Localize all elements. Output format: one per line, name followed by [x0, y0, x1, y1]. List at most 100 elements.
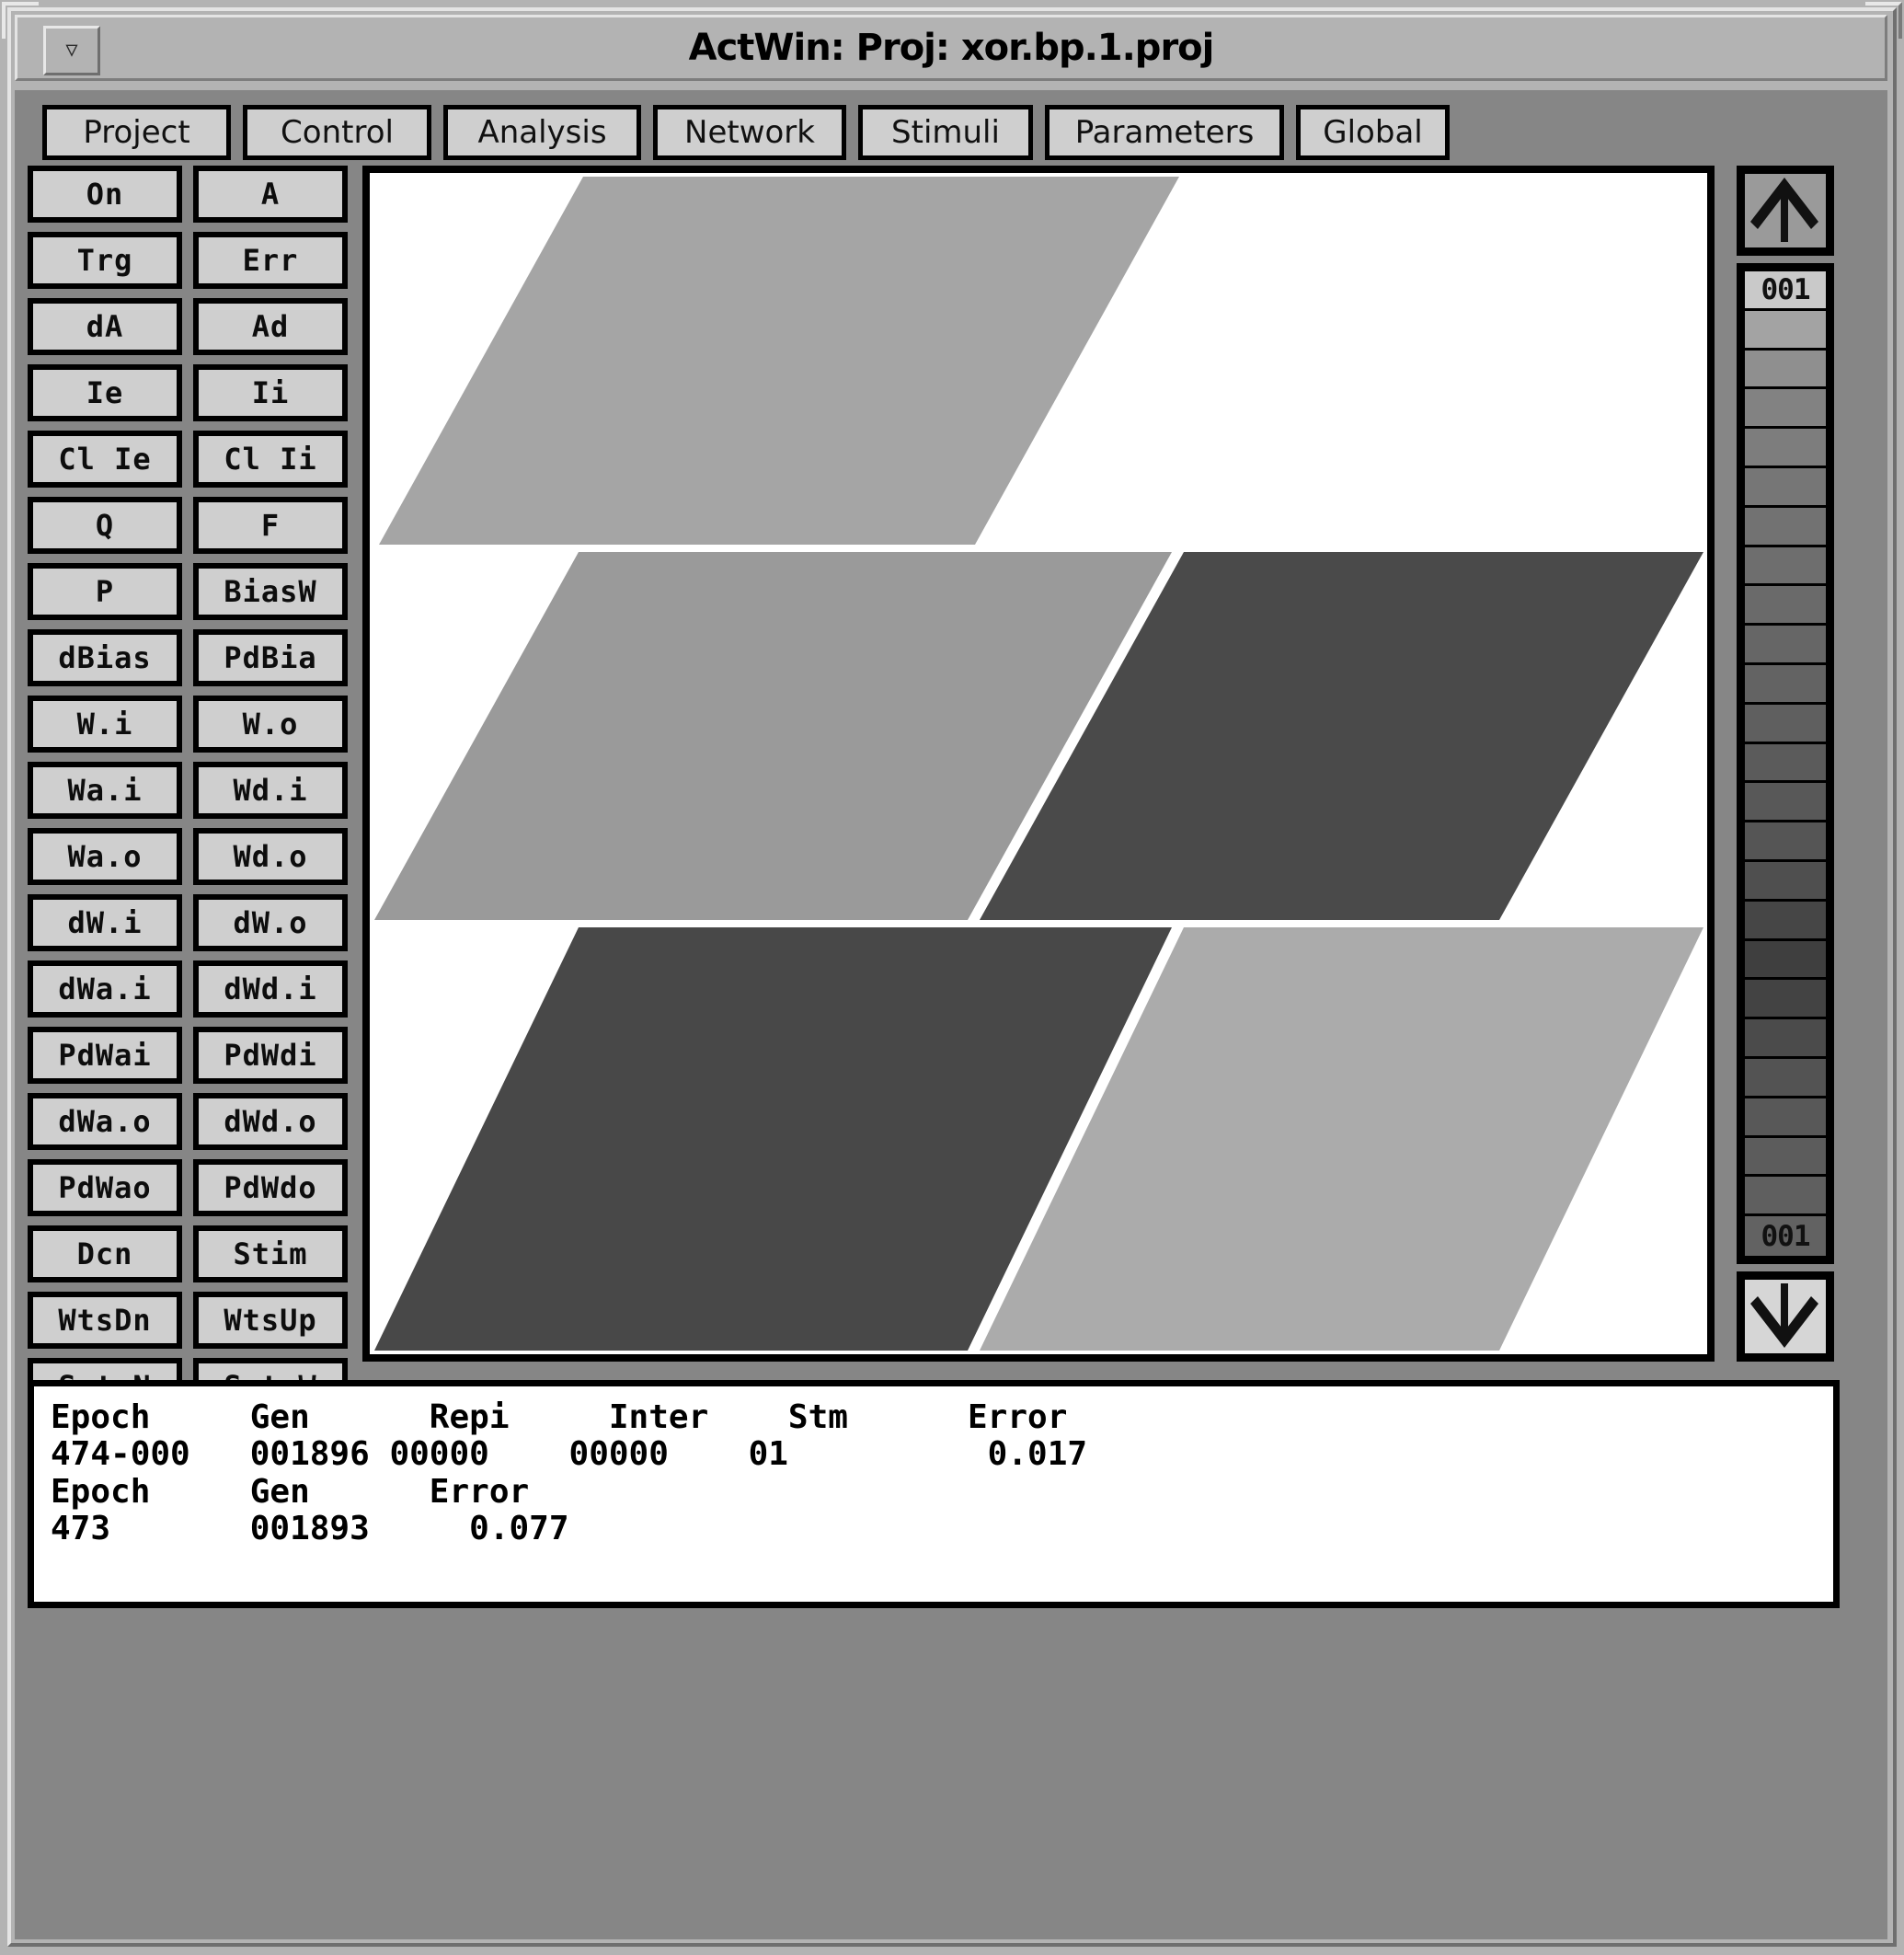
- var-button-label: A: [260, 177, 281, 212]
- color-scale-cell[interactable]: [1745, 783, 1826, 823]
- color-scale-cell[interactable]: [1745, 822, 1826, 862]
- var-button-label: W.i: [76, 707, 133, 742]
- var-button-label: PdWao: [58, 1170, 152, 1205]
- var-button-dw-i[interactable]: dW.i: [28, 894, 182, 951]
- var-button-dbias[interactable]: dBias: [28, 629, 182, 686]
- color-scale-cell[interactable]: [1745, 861, 1826, 902]
- color-scale-cell[interactable]: [1745, 389, 1826, 430]
- var-button-wa-i[interactable]: Wa.i: [28, 762, 182, 819]
- var-button-label: dBias: [58, 640, 152, 675]
- var-button-wa-o[interactable]: Wa.o: [28, 828, 182, 885]
- var-button-label: dA: [86, 309, 124, 344]
- var-button-label: dWa.i: [58, 972, 152, 1006]
- color-scale-cell[interactable]: [1745, 1019, 1826, 1059]
- var-button-a[interactable]: A: [193, 166, 348, 223]
- var-button-label: PdWdi: [224, 1038, 317, 1073]
- menu-button-network[interactable]: Network: [653, 105, 846, 160]
- var-button-da[interactable]: dA: [28, 298, 182, 355]
- var-button-biasw[interactable]: BiasW: [193, 563, 348, 620]
- var-button-cl-ie[interactable]: Cl Ie: [28, 431, 182, 488]
- var-button-err[interactable]: Err: [193, 232, 348, 289]
- status-value-row-1: 474-000 001896 00000 00000 01 0.017: [51, 1435, 1088, 1474]
- var-button-label: WtsDn: [58, 1303, 152, 1338]
- var-button-label: On: [86, 177, 124, 212]
- var-button-trg[interactable]: Trg: [28, 232, 182, 289]
- var-button-label: Ii: [251, 375, 290, 410]
- color-scale-cell[interactable]: [1745, 429, 1826, 468]
- color-scale-cell[interactable]: [1745, 1058, 1826, 1098]
- menu-button-label: Analysis: [477, 114, 607, 151]
- var-button-dwa-i[interactable]: dWa.i: [28, 960, 182, 1018]
- color-scale-cell[interactable]: [1745, 350, 1826, 390]
- color-scale-cell[interactable]: [1745, 507, 1826, 547]
- color-scale-cell[interactable]: [1745, 1137, 1826, 1178]
- var-button-wtsup[interactable]: WtsUp: [193, 1292, 348, 1349]
- color-scale-cell[interactable]: [1745, 1098, 1826, 1138]
- color-scale-cell[interactable]: [1745, 940, 1826, 981]
- menu-bar: Project Control Analysis Network Stimuli Para…: [15, 90, 1887, 162]
- color-scale-cell[interactable]: [1745, 704, 1826, 744]
- color-scale-cell[interactable]: [1745, 980, 1826, 1020]
- title-bar[interactable]: ▽ ActWin: Proj: xor.bp.1.proj: [15, 15, 1887, 81]
- menu-button-label: Parameters: [1074, 114, 1255, 151]
- menu-button-stimuli[interactable]: Stimuli: [858, 105, 1033, 160]
- var-button-ii[interactable]: Ii: [193, 364, 348, 421]
- var-button-p[interactable]: P: [28, 563, 182, 620]
- color-scale-cell[interactable]: [1745, 743, 1826, 784]
- color-scale-cell[interactable]: [1745, 626, 1826, 665]
- var-button-w-o[interactable]: W.o: [193, 696, 348, 753]
- app-window: ▽ ActWin: Proj: xor.bp.1.proj Project Con…: [0, 0, 1904, 1955]
- var-button-f[interactable]: F: [193, 497, 348, 554]
- client-area: Project Control Analysis Network Stimuli Para…: [15, 90, 1887, 1939]
- scale-scroll-up-button[interactable]: [1737, 166, 1834, 256]
- color-scale-panel: 001 001: [1737, 166, 1840, 1362]
- var-button-label: dWa.o: [58, 1104, 152, 1139]
- color-scale-cell[interactable]: [1745, 664, 1826, 705]
- var-button-pdwao[interactable]: PdWao: [28, 1159, 182, 1216]
- var-button-ie[interactable]: Ie: [28, 364, 182, 421]
- color-scale-cell[interactable]: 001: [1745, 271, 1826, 311]
- var-button-cl-ii[interactable]: Cl Ii: [193, 431, 348, 488]
- var-button-ad[interactable]: Ad: [193, 298, 348, 355]
- menu-button-parameters[interactable]: Parameters: [1045, 105, 1284, 160]
- var-button-dwd-o[interactable]: dWd.o: [193, 1093, 348, 1150]
- var-button-dw-o[interactable]: dW.o: [193, 894, 348, 951]
- var-button-pdwdi[interactable]: PdWdi: [193, 1027, 348, 1084]
- menu-button-global[interactable]: Global: [1296, 105, 1450, 160]
- menu-button-control[interactable]: Control: [243, 105, 431, 160]
- color-scale-cell[interactable]: [1745, 310, 1826, 351]
- var-button-q[interactable]: Q: [28, 497, 182, 554]
- var-button-wtsdn[interactable]: WtsDn: [28, 1292, 182, 1349]
- var-button-wd-i[interactable]: Wd.i: [193, 762, 348, 819]
- var-button-w-i[interactable]: W.i: [28, 696, 182, 753]
- var-button-label: Ie: [86, 375, 124, 410]
- menu-button-project[interactable]: Project: [42, 105, 231, 160]
- var-button-pdbia[interactable]: PdBia: [193, 629, 348, 686]
- color-scale-cell[interactable]: 001: [1745, 1216, 1826, 1256]
- var-button-label: Stim: [233, 1236, 308, 1271]
- var-button-label: Ad: [251, 309, 290, 344]
- var-button-dwd-i[interactable]: dWd.i: [193, 960, 348, 1018]
- var-button-dwa-o[interactable]: dWa.o: [28, 1093, 182, 1150]
- menu-button-label: Network: [684, 114, 815, 151]
- color-scale-ramp[interactable]: 001 001: [1737, 263, 1834, 1264]
- var-button-wd-o[interactable]: Wd.o: [193, 828, 348, 885]
- var-button-pdwdo[interactable]: PdWdo: [193, 1159, 348, 1216]
- var-button-label: W.o: [242, 707, 299, 742]
- var-button-on[interactable]: On: [28, 166, 182, 223]
- var-button-dcn[interactable]: Dcn: [28, 1225, 182, 1282]
- var-button-stim[interactable]: Stim: [193, 1225, 348, 1282]
- color-scale-cell[interactable]: [1745, 546, 1826, 587]
- network-activation-canvas[interactable]: [362, 166, 1715, 1362]
- var-button-label: Wd.o: [233, 839, 308, 874]
- menu-button-analysis[interactable]: Analysis: [443, 105, 641, 160]
- window-title: ActWin: Proj: xor.bp.1.proj: [688, 27, 1215, 69]
- color-scale-cell[interactable]: [1745, 901, 1826, 941]
- menu-button-label: Project: [83, 114, 190, 151]
- var-button-label: F: [260, 508, 281, 543]
- color-scale-cell[interactable]: [1745, 1177, 1826, 1217]
- color-scale-cell[interactable]: [1745, 467, 1826, 508]
- var-button-pdwai[interactable]: PdWai: [28, 1027, 182, 1084]
- color-scale-cell[interactable]: [1745, 586, 1826, 627]
- scale-scroll-down-button[interactable]: [1737, 1271, 1834, 1362]
